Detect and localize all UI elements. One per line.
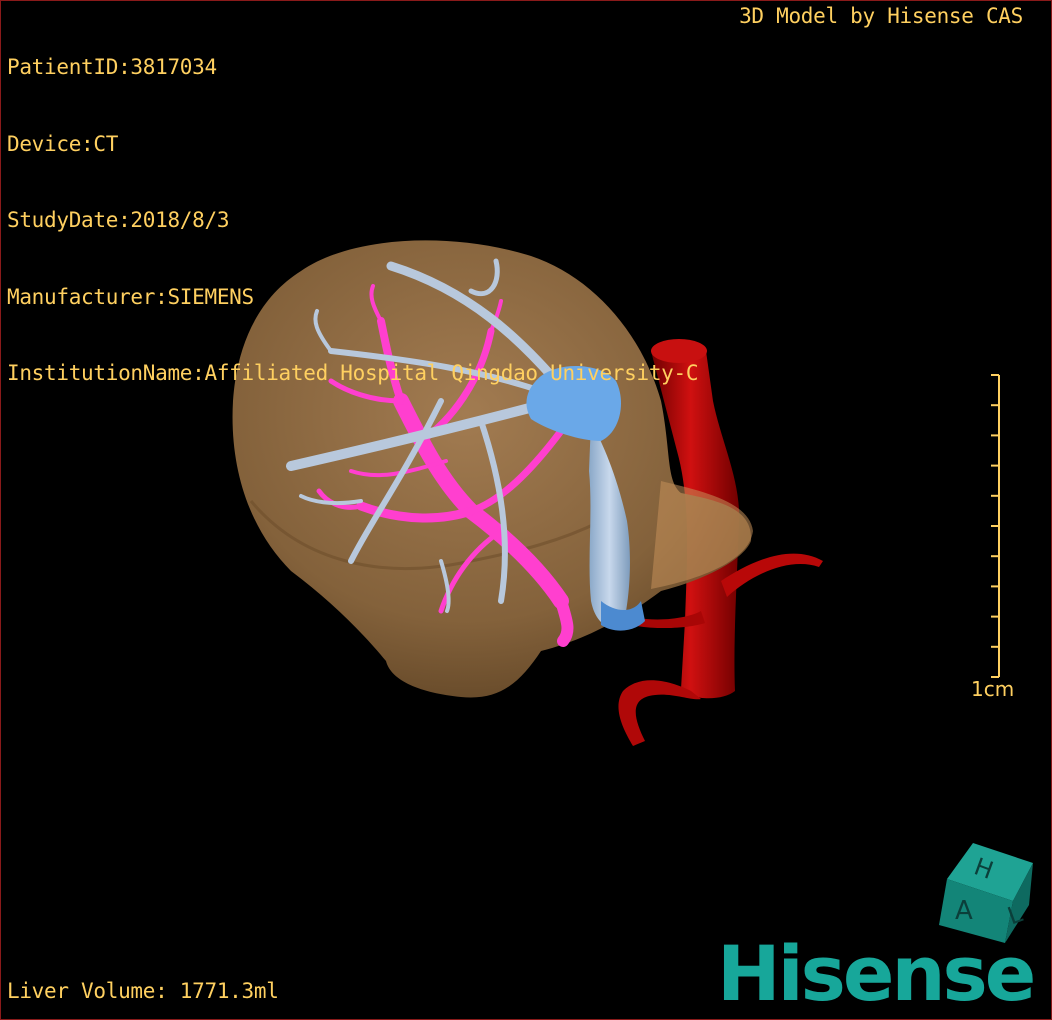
institution-name: InstitutionName:Affiliated Hospital Qing… — [7, 361, 699, 385]
3d-viewport[interactable]: PatientID:3817034 Device:CT StudyDate:20… — [0, 0, 1052, 1020]
scale-label: 1cm — [971, 677, 1015, 701]
patient-info: PatientID:3817034 Device:CT StudyDate:20… — [7, 4, 699, 438]
patient-id: PatientID:3817034 — [7, 55, 217, 79]
hisense-logo: Hisense — [717, 929, 1036, 1018]
manufacturer: Manufacturer:SIEMENS — [7, 284, 254, 309]
scale-bar — [991, 374, 1000, 678]
model-credit: 3D Model by Hisense CAS — [739, 4, 1023, 28]
study-date: StudyDate:2018/8/3 — [7, 208, 230, 232]
device: Device:CT — [7, 131, 119, 156]
cube-letter-a: A — [955, 896, 973, 926]
liver-volume: Liver Volume: 1771.3ml — [7, 979, 279, 1003]
